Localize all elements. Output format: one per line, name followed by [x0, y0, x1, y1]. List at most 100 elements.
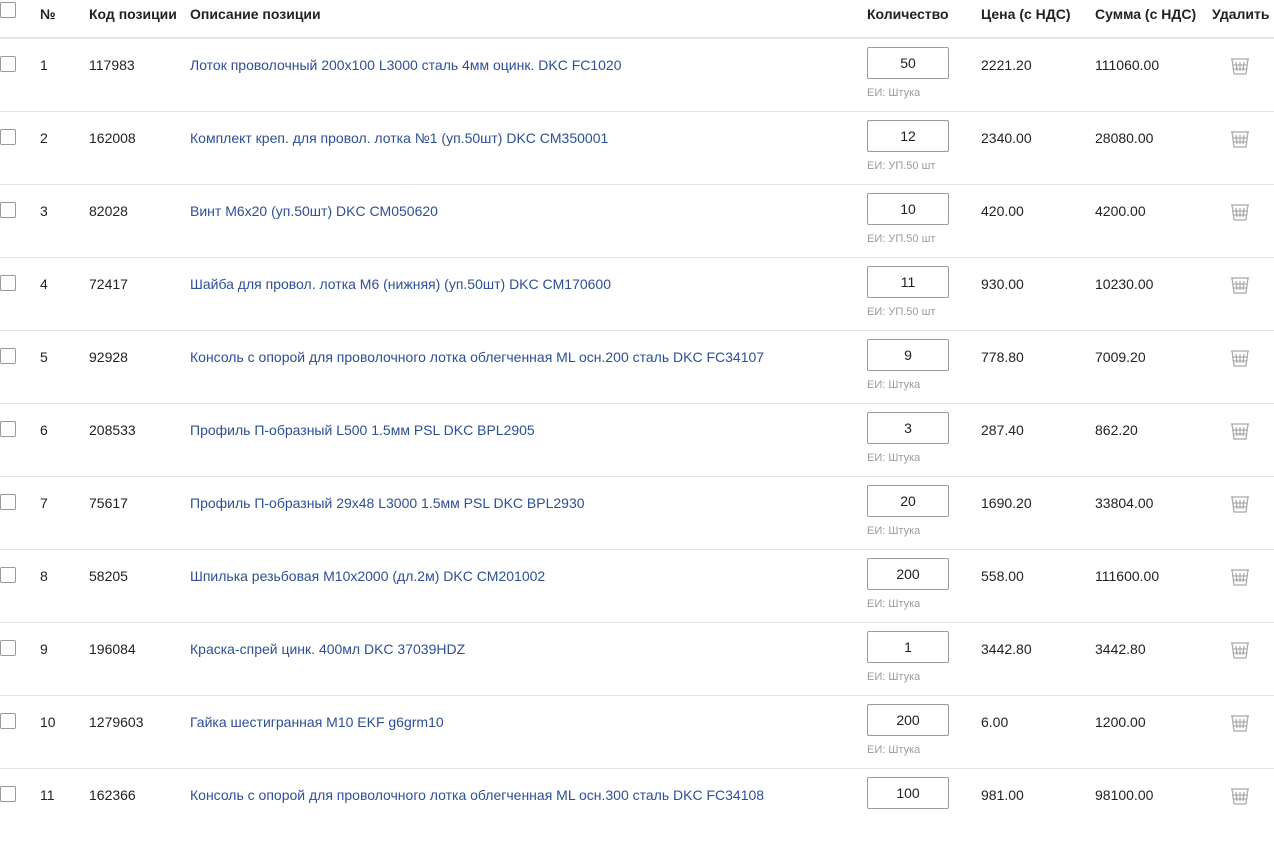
unit-label: ЕИ: Штука [867, 452, 921, 464]
row-number: 11 [40, 787, 55, 803]
table-row: 11 162366 Консоль с опорой для проволочног… [0, 768, 1274, 841]
sum-value: 33804.00 [1095, 495, 1154, 511]
position-code: 82028 [89, 203, 128, 219]
row-number: 10 [40, 714, 56, 730]
position-description-link[interactable]: Комплект креп. для провол. лотка №1 (уп.… [190, 130, 608, 146]
row-checkbox[interactable] [0, 129, 16, 145]
position-code: 162366 [89, 787, 136, 803]
delete-basket-icon[interactable] [1230, 419, 1250, 441]
unit-label: ЕИ: Штука [867, 744, 921, 756]
table-row: 7 75617 Профиль П-образный 29x48 L3000 1.5… [0, 476, 1274, 550]
sum-value: 28080.00 [1095, 130, 1154, 146]
header-sum: Сумма (с НДС) [1095, 6, 1197, 22]
row-checkbox[interactable] [0, 56, 16, 72]
position-description-link[interactable]: Профиль П-образный L500 1.5мм PSL DKC BP… [190, 422, 535, 438]
row-checkbox[interactable] [0, 567, 16, 583]
position-code: 117983 [89, 57, 135, 73]
row-checkbox[interactable] [0, 421, 16, 437]
quantity-input[interactable] [867, 339, 949, 371]
select-all-checkbox[interactable] [0, 2, 16, 18]
row-checkbox[interactable] [0, 640, 16, 656]
position-code: 208533 [89, 422, 136, 438]
price-value: 981.00 [981, 787, 1024, 803]
quantity-input[interactable] [867, 704, 949, 736]
quantity-input[interactable] [867, 631, 949, 663]
header-number: № [40, 6, 56, 22]
position-description-link[interactable]: Винт M6x20 (уп.50шт) DKC CM050620 [190, 203, 438, 219]
price-value: 2221.20 [981, 57, 1032, 73]
position-description-link[interactable]: Краска-спрей цинк. 400мл DKC 37039HDZ [190, 641, 465, 657]
row-number: 5 [40, 349, 48, 365]
header-price: Цена (с НДС) [981, 6, 1071, 22]
delete-basket-icon[interactable] [1230, 200, 1250, 222]
table-row: 10 1279603 Гайка шестигранная M10 EKF g6gr… [0, 695, 1274, 769]
delete-basket-icon[interactable] [1230, 273, 1250, 295]
quantity-input[interactable] [867, 412, 949, 444]
price-value: 287.40 [981, 422, 1024, 438]
row-checkbox[interactable] [0, 494, 16, 510]
position-description-link[interactable]: Шпилька резьбовая M10x2000 (дл.2м) DKC C… [190, 568, 545, 584]
sum-value: 111600.00 [1095, 568, 1160, 584]
price-value: 558.00 [981, 568, 1024, 584]
unit-label: ЕИ: Штука [867, 598, 921, 610]
price-value: 3442.80 [981, 641, 1032, 657]
delete-basket-icon[interactable] [1230, 711, 1250, 733]
delete-basket-icon[interactable] [1230, 492, 1250, 514]
sum-value: 10230.00 [1095, 276, 1154, 292]
row-number: 4 [40, 276, 48, 292]
table-header: № Код позиции Описание позиции Количеств… [0, 0, 1274, 39]
delete-basket-icon[interactable] [1230, 346, 1250, 368]
table-row: 6 208533 Профиль П-образный L500 1.5мм PSL… [0, 403, 1274, 477]
quantity-input[interactable] [867, 47, 949, 79]
quantity-input[interactable] [867, 777, 949, 809]
position-description-link[interactable]: Шайба для провол. лотка M6 (нижняя) (уп.… [190, 276, 611, 292]
position-description-link[interactable]: Консоль с опорой для проволочного лотка … [190, 787, 764, 803]
row-number: 6 [40, 422, 48, 438]
quantity-input[interactable] [867, 266, 949, 298]
unit-label: ЕИ: Штука [867, 525, 921, 537]
position-description-link[interactable]: Гайка шестигранная M10 EKF g6grm10 [190, 714, 444, 730]
row-number: 3 [40, 203, 48, 219]
unit-label: ЕИ: УП.50 шт [867, 306, 936, 318]
sum-value: 111060.00 [1095, 57, 1160, 73]
unit-label: ЕИ: Штука [867, 671, 921, 683]
delete-basket-icon[interactable] [1230, 565, 1250, 587]
row-number: 9 [40, 641, 48, 657]
price-value: 1690.20 [981, 495, 1032, 511]
row-checkbox[interactable] [0, 202, 16, 218]
sum-value: 862.20 [1095, 422, 1138, 438]
quantity-input[interactable] [867, 120, 949, 152]
header-delete: Удалить [1212, 6, 1270, 22]
quantity-input[interactable] [867, 558, 949, 590]
sum-value: 7009.20 [1095, 349, 1146, 365]
row-checkbox[interactable] [0, 786, 16, 802]
delete-basket-icon[interactable] [1230, 638, 1250, 660]
table-row: 4 72417 Шайба для провол. лотка M6 (нижняя… [0, 257, 1274, 331]
position-code: 196084 [89, 641, 136, 657]
row-number: 2 [40, 130, 48, 146]
delete-basket-icon[interactable] [1230, 784, 1250, 806]
table-row: 8 58205 Шпилька резьбовая M10x2000 (дл.2м)… [0, 549, 1274, 623]
sum-value: 3442.80 [1095, 641, 1146, 657]
row-checkbox[interactable] [0, 275, 16, 291]
position-code: 72417 [89, 276, 128, 292]
price-value: 778.80 [981, 349, 1024, 365]
row-number: 7 [40, 495, 48, 511]
price-value: 6.00 [981, 714, 1009, 730]
position-code: 92928 [89, 349, 128, 365]
position-code: 58205 [89, 568, 128, 584]
delete-basket-icon[interactable] [1230, 127, 1250, 149]
position-description-link[interactable]: Консоль с опорой для проволочного лотка … [190, 349, 764, 365]
position-code: 1279603 [89, 714, 144, 730]
row-checkbox[interactable] [0, 713, 16, 729]
unit-label: ЕИ: Штука [867, 87, 921, 99]
unit-label: ЕИ: УП.50 шт [867, 160, 936, 172]
position-description-link[interactable]: Лоток проволочный 200x100 L3000 сталь 4м… [190, 57, 622, 73]
quantity-input[interactable] [867, 485, 949, 517]
sum-value: 1200.00 [1095, 714, 1146, 730]
position-description-link[interactable]: Профиль П-образный 29x48 L3000 1.5мм PSL… [190, 495, 585, 511]
row-checkbox[interactable] [0, 348, 16, 364]
position-code: 162008 [89, 130, 136, 146]
delete-basket-icon[interactable] [1230, 54, 1250, 76]
quantity-input[interactable] [867, 193, 949, 225]
